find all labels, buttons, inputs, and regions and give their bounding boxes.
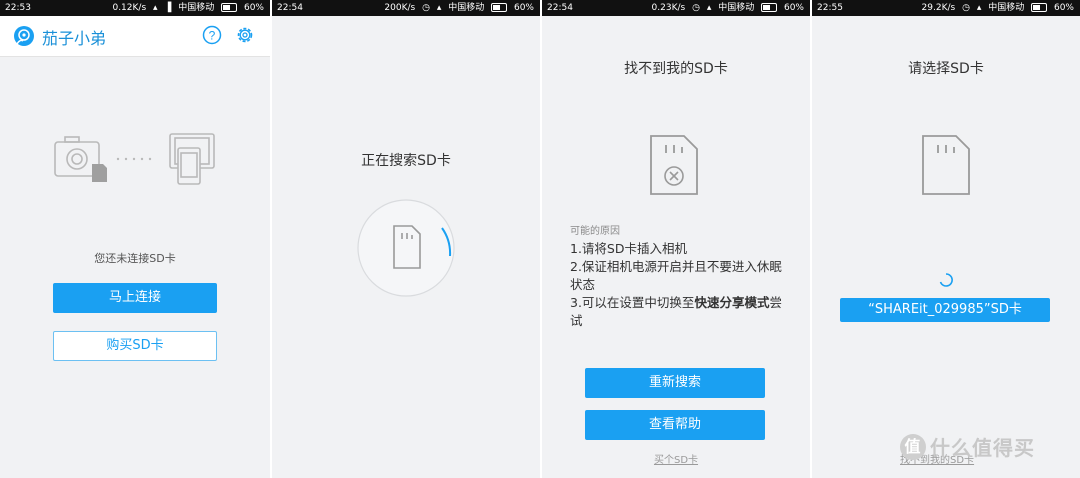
- network-speed: 0.12K/s: [112, 3, 147, 13]
- battery-icon: [491, 3, 508, 12]
- alarm-icon: ◷: [692, 3, 700, 13]
- not-found-title: 找不到我的SD卡: [624, 61, 728, 77]
- battery-level: 60%: [243, 3, 264, 13]
- not-connected-message: 您还未连接SD卡: [94, 252, 176, 265]
- signal-icon: ▐: [164, 3, 172, 13]
- battery-icon: [1031, 3, 1048, 12]
- searching-spinner: [354, 196, 458, 304]
- screen-select-card: 22:55 29.2K/s ◷ ▴ 中国移动 60% 请选择SD卡 “SHARE…: [812, 0, 1080, 478]
- app-title: 茄子小弟: [42, 29, 107, 48]
- sd-card-icon: [92, 164, 107, 182]
- select-card-title: 请选择SD卡: [908, 61, 984, 77]
- status-time: 22:54: [277, 3, 303, 13]
- wifi-icon: ▴: [436, 3, 442, 13]
- status-bar: 22:54 200K/s ◷ ▴ 中国移动 60%: [272, 0, 540, 16]
- status-bar: 22:54 0.23K/s ◷ ▴ 中国移动 60%: [542, 0, 810, 16]
- battery-icon: [761, 3, 778, 12]
- status-bar: 22:53 0.12K/s ▴ ▐ 中国移动 60%: [0, 0, 270, 16]
- app-bar: 茄子小弟 ?: [0, 16, 270, 57]
- screen-searching: 22:54 200K/s ◷ ▴ 中国移动 60% 正在搜索SD卡: [272, 0, 540, 478]
- status-time: 22:55: [817, 3, 843, 13]
- carrier-label: 中国移动: [448, 3, 485, 13]
- help-icon[interactable]: ?: [202, 25, 222, 49]
- reason-2: 2.保证相机电源开启并且不要进入休眠状态: [570, 259, 782, 292]
- network-speed: 29.2K/s: [921, 3, 956, 13]
- wifi-icon: ▴: [976, 3, 982, 13]
- wifi-icon: ▴: [706, 3, 712, 13]
- screen-not-found: 22:54 0.23K/s ◷ ▴ 中国移动 60% 找不到我的SD卡 可能的原…: [542, 0, 810, 478]
- settings-gear-icon[interactable]: [235, 25, 255, 49]
- search-again-button[interactable]: 重新搜索: [585, 368, 765, 398]
- dots-connector-icon: [116, 157, 152, 161]
- buy-sd-card-button[interactable]: 购买SD卡: [53, 331, 217, 361]
- alarm-icon: ◷: [962, 3, 970, 13]
- sd-card-icon: [920, 133, 972, 201]
- app-logo-icon: [13, 25, 35, 51]
- buy-sd-card-link[interactable]: 买个SD卡: [542, 451, 810, 466]
- svg-text:?: ?: [209, 29, 216, 43]
- status-time: 22:54: [547, 3, 573, 13]
- watermark-text: 什么值得买: [930, 436, 1035, 460]
- carrier-label: 中国移动: [988, 3, 1025, 13]
- sd-card-error-icon: [648, 133, 700, 201]
- status-time: 22:53: [5, 3, 31, 13]
- reason-1: 1.请将SD卡插入相机: [570, 241, 687, 256]
- tablet-phone-icon: [169, 133, 215, 185]
- network-speed: 0.23K/s: [651, 3, 686, 13]
- reason-3-prefix: 3.可以在设置中切换至: [570, 295, 695, 310]
- loading-spinner-icon: [939, 272, 953, 291]
- quick-share-mode-text: 快速分享模式: [694, 295, 770, 310]
- battery-icon: [221, 3, 238, 12]
- connect-now-button[interactable]: 马上连接: [53, 283, 217, 313]
- status-bar: 22:55 29.2K/s ◷ ▴ 中国移动 60%: [812, 0, 1080, 16]
- watermark: 值什么值得买: [900, 432, 1035, 461]
- camera-to-device-illustration: [52, 128, 218, 192]
- battery-level: 60%: [1053, 3, 1074, 13]
- battery-level: 60%: [513, 3, 534, 13]
- watermark-badge: 值: [900, 433, 926, 460]
- reasons-heading: 可能的原因: [570, 226, 620, 237]
- screen-not-connected: 22:53 0.12K/s ▴ ▐ 中国移动 60% 茄子小弟 ? 您还未连接S…: [0, 0, 270, 478]
- searching-title: 正在搜索SD卡: [361, 153, 451, 169]
- sd-card-option-button[interactable]: “SHAREit_029985”SD卡: [840, 298, 1050, 322]
- network-speed: 200K/s: [384, 3, 416, 13]
- carrier-label: 中国移动: [178, 3, 215, 13]
- wifi-icon: ▴: [153, 3, 158, 13]
- alarm-icon: ◷: [422, 3, 430, 13]
- carrier-label: 中国移动: [718, 3, 755, 13]
- battery-level: 60%: [783, 3, 804, 13]
- reason-3: 3.可以在设置中切换至快速分享模式尝试: [570, 294, 790, 330]
- possible-reasons: 可能的原因 1.请将SD卡插入相机 2.保证相机电源开启并且不要进入休眠状态 3…: [570, 222, 790, 330]
- view-help-button[interactable]: 查看帮助: [585, 410, 765, 440]
